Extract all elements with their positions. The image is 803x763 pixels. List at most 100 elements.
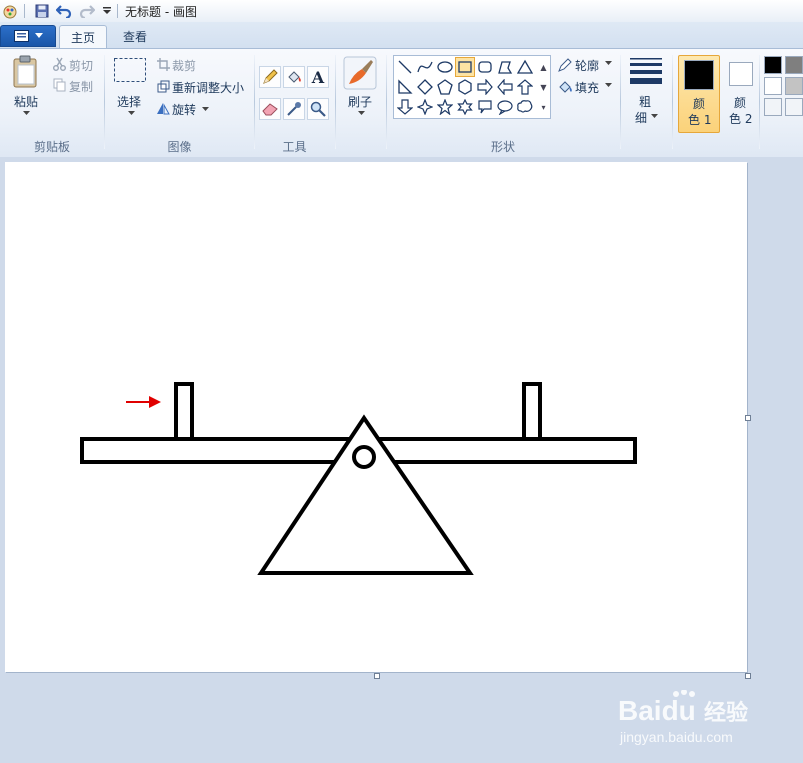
resize-icon[interactable] xyxy=(156,79,170,93)
fill-dropdown-icon[interactable] xyxy=(604,82,612,88)
brushes-dropdown-icon[interactable] xyxy=(357,110,365,116)
select-button[interactable]: 选择 xyxy=(117,93,141,110)
cut-icon[interactable] xyxy=(52,57,66,71)
down-arrow-shape-icon[interactable] xyxy=(395,97,415,117)
diamond-shape-icon[interactable] xyxy=(415,77,435,97)
shapes-group-label: 形状 xyxy=(490,140,515,154)
right-triangle-shape-icon[interactable] xyxy=(395,77,415,97)
pentagon-shape-icon[interactable] xyxy=(435,77,455,97)
color2-swatch xyxy=(729,62,753,86)
curve-shape-icon[interactable] xyxy=(415,57,435,77)
outline-icon[interactable] xyxy=(557,57,573,73)
title-separator xyxy=(24,4,25,18)
select-icon[interactable] xyxy=(113,57,147,83)
rotate-button[interactable]: 旋转 xyxy=(172,101,196,118)
brush-icon[interactable] xyxy=(343,56,377,90)
magnifier-icon[interactable] xyxy=(307,98,329,120)
size-dropdown-icon[interactable] xyxy=(650,113,658,119)
rounded-rectangle-shape-icon[interactable] xyxy=(475,57,495,77)
palette-color-light-gray[interactable] xyxy=(785,77,803,95)
customize-quick-access-icon[interactable] xyxy=(99,3,115,19)
size-icon[interactable] xyxy=(629,57,663,85)
group-separator xyxy=(672,55,673,149)
paste-button[interactable]: 粘贴 xyxy=(14,93,38,110)
five-point-star-shape-icon[interactable] xyxy=(435,97,455,117)
save-icon[interactable] xyxy=(34,3,50,19)
color1-swatch xyxy=(684,60,714,90)
canvas-resize-handle-right[interactable] xyxy=(745,415,751,421)
shapes-scroll-down-icon[interactable]: ▼ xyxy=(538,77,549,97)
tools-group-label: 工具 xyxy=(282,140,307,154)
watermark-site: jingyan.baidu.com xyxy=(619,729,733,745)
color2-label-bottom: 色 2 xyxy=(729,112,753,126)
size-label-top[interactable]: 粗 xyxy=(639,93,651,110)
palette-color-empty[interactable] xyxy=(785,98,803,116)
paint-menu-button[interactable] xyxy=(0,25,56,47)
canvas-resize-handle-corner[interactable] xyxy=(745,673,751,679)
polygon-shape-icon[interactable] xyxy=(495,57,515,77)
undo-icon[interactable] xyxy=(56,3,72,19)
title-bar: 无标题 - 画图 xyxy=(0,0,803,23)
four-point-star-shape-icon[interactable] xyxy=(415,97,435,117)
outline-button[interactable]: 轮廓 xyxy=(575,57,599,74)
shapes-expand-icon[interactable]: ▾ xyxy=(538,97,549,117)
color2-button[interactable]: 颜 色 2 xyxy=(722,55,762,131)
shapes-scroll-up-icon[interactable]: ▲ xyxy=(538,57,549,77)
color-picker-icon[interactable] xyxy=(283,98,305,120)
palette-color-white[interactable] xyxy=(764,77,782,95)
watermark-brand: Baidu xyxy=(618,695,696,726)
seesaw-pivot-circle xyxy=(352,445,376,469)
select-dropdown-icon[interactable] xyxy=(127,110,135,116)
palette-color-black[interactable] xyxy=(764,56,782,74)
right-arrow-shape-icon[interactable] xyxy=(475,77,495,97)
six-point-star-shape-icon[interactable] xyxy=(455,97,475,117)
hexagon-shape-icon[interactable] xyxy=(455,77,475,97)
crop-icon[interactable] xyxy=(156,57,170,71)
brushes-button[interactable]: 刷子 xyxy=(348,93,372,110)
clipboard-group-label: 剪贴板 xyxy=(33,140,70,154)
crop-button[interactable]: 裁剪 xyxy=(172,57,196,74)
cloud-callout-shape-icon[interactable] xyxy=(515,97,535,117)
rect-callout-shape-icon[interactable] xyxy=(475,97,495,117)
palette-color-gray[interactable] xyxy=(785,56,803,74)
copy-button[interactable]: 复制 xyxy=(69,78,93,95)
fill-icon[interactable] xyxy=(283,66,305,88)
paste-dropdown-icon[interactable] xyxy=(22,110,30,116)
redo-icon[interactable] xyxy=(79,3,95,19)
rectangle-shape-icon[interactable] xyxy=(455,57,475,77)
eraser-icon[interactable] xyxy=(259,98,281,120)
right-seat-handle xyxy=(522,382,542,441)
tab-home[interactable]: 主页 xyxy=(59,25,107,49)
paint-app-icon[interactable] xyxy=(2,3,18,19)
oval-callout-shape-icon[interactable] xyxy=(495,97,515,117)
title-separator xyxy=(117,4,118,18)
tab-view[interactable]: 查看 xyxy=(113,25,157,48)
ribbon: 粘贴 剪切 复制 剪贴板 选择 裁剪 重新调整大小 旋转 图像 A 工具 刷子 … xyxy=(0,48,803,158)
paste-icon[interactable] xyxy=(12,54,40,90)
image-group-label: 图像 xyxy=(167,140,192,154)
copy-icon[interactable] xyxy=(52,78,66,92)
up-arrow-shape-icon[interactable] xyxy=(515,77,535,97)
pencil-icon[interactable] xyxy=(259,66,281,88)
canvas-resize-handle-bottom[interactable] xyxy=(374,673,380,679)
triangle-shape-icon[interactable] xyxy=(515,57,535,77)
rotate-dropdown-icon[interactable] xyxy=(201,106,209,112)
color2-label-top: 颜 xyxy=(734,96,747,110)
resize-button[interactable]: 重新调整大小 xyxy=(172,79,244,96)
color1-button[interactable]: 颜 色 1 xyxy=(678,55,720,133)
line-shape-icon[interactable] xyxy=(395,57,415,77)
menu-icon xyxy=(13,30,29,42)
red-arrow xyxy=(126,396,161,408)
palette-color-empty[interactable] xyxy=(764,98,782,116)
left-arrow-shape-icon[interactable] xyxy=(495,77,515,97)
text-icon[interactable]: A xyxy=(307,66,329,88)
oval-shape-icon[interactable] xyxy=(435,57,455,77)
group-separator xyxy=(335,55,336,149)
fill-button[interactable]: 填充 xyxy=(575,79,599,96)
cut-button[interactable]: 剪切 xyxy=(69,57,93,74)
size-label-bottom[interactable]: 细 xyxy=(635,109,647,126)
drawing-canvas[interactable] xyxy=(5,162,747,672)
fill-shape-icon[interactable] xyxy=(557,79,573,95)
rotate-icon[interactable] xyxy=(156,101,170,115)
outline-dropdown-icon[interactable] xyxy=(604,60,612,66)
